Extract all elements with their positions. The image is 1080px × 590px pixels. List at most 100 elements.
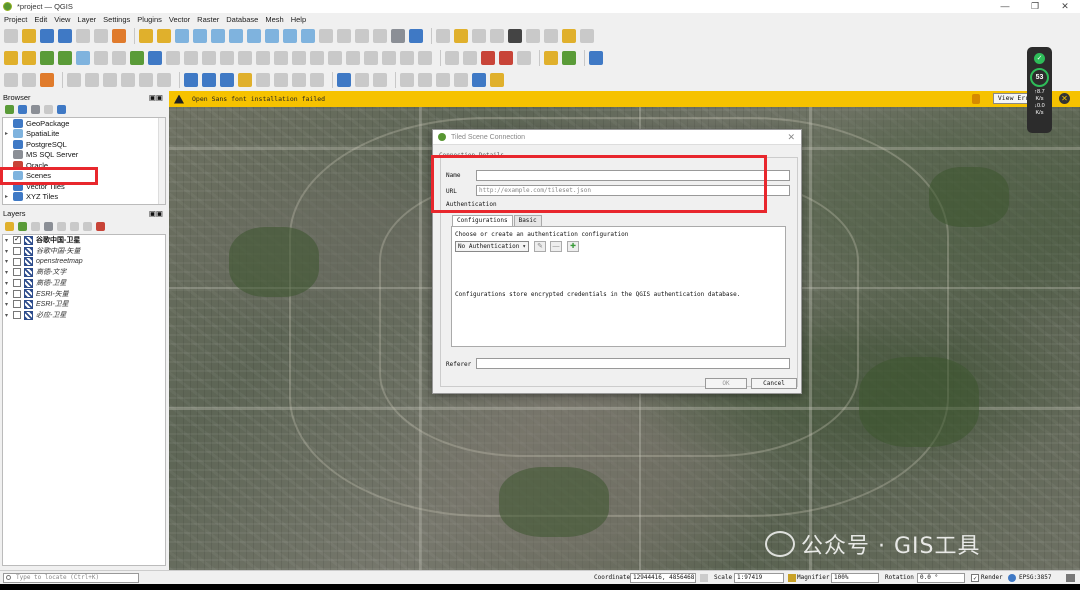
undo-icon[interactable]	[400, 51, 414, 65]
menu-layer[interactable]: Layer	[77, 15, 96, 24]
layer-row[interactable]: ▾ ESRI-矢量	[3, 288, 165, 299]
edit-auth-button[interactable]: ✎	[534, 241, 546, 252]
lock-scale-icon[interactable]	[788, 574, 796, 582]
messages-icon[interactable]	[1066, 574, 1075, 582]
paste-features-icon[interactable]	[382, 51, 396, 65]
cancel-button[interactable]: Cancel	[751, 378, 797, 389]
collapse-all-icon[interactable]	[44, 104, 53, 114]
zoom-to-layer-icon[interactable]	[247, 29, 261, 43]
add-auth-button[interactable]: ✚	[567, 241, 579, 252]
maximize-button[interactable]: ❐	[1020, 0, 1050, 13]
properties-icon[interactable]	[57, 104, 66, 114]
snapping-icon[interactable]	[103, 72, 117, 87]
filter-browser-icon[interactable]	[31, 104, 40, 114]
browser-item[interactable]: ▸ SpatiaLite	[3, 129, 165, 140]
copy-features-icon[interactable]	[364, 51, 378, 65]
layer-visibility-checkbox[interactable]	[13, 279, 21, 288]
minimize-button[interactable]: —	[990, 0, 1020, 13]
text-annotation-icon[interactable]	[310, 72, 324, 87]
georeferencer-icon[interactable]	[40, 72, 54, 87]
merge-attributes-icon[interactable]	[400, 72, 414, 87]
layer-row[interactable]: ▾ ESRI-卫星	[3, 299, 165, 310]
new-map-view-icon[interactable]	[319, 29, 333, 43]
layer-row[interactable]: ▾ 高德-文字	[3, 267, 165, 278]
browser-item[interactable]: MS SQL Server	[3, 150, 165, 161]
refresh-browser-icon[interactable]	[18, 104, 27, 114]
shape-digitize-icon[interactable]	[85, 72, 99, 87]
refresh-icon[interactable]	[409, 29, 423, 43]
browser-item[interactable]: ▸ XYZ Tiles	[3, 192, 165, 203]
scale-field[interactable]: 1:97419	[734, 573, 784, 583]
offset-curve-icon[interactable]	[292, 72, 306, 87]
fill-ring-icon[interactable]	[220, 72, 234, 87]
simplify-feature-icon[interactable]	[157, 72, 171, 87]
close-window-button[interactable]: ✕	[1050, 0, 1080, 13]
layer-visibility-checkbox[interactable]	[13, 247, 21, 256]
menu-raster[interactable]: Raster	[197, 15, 219, 24]
delete-selected-icon[interactable]	[328, 51, 342, 65]
menu-mesh[interactable]: Mesh	[265, 15, 283, 24]
label-toggle-icon[interactable]	[499, 51, 513, 65]
new-3d-view-icon[interactable]	[337, 29, 351, 43]
coordinate-field[interactable]: 12944416, 4856468	[630, 573, 696, 583]
layer-row[interactable]: ▾ openstreetmap	[3, 256, 165, 267]
add-raster-layer-icon[interactable]	[58, 51, 72, 65]
dock-float-close-icon[interactable]: ▣▣	[149, 209, 163, 218]
rotate-point-icon[interactable]	[436, 72, 450, 87]
browser-item[interactable]: GeoPackage	[3, 118, 165, 129]
menu-database[interactable]: Database	[226, 15, 258, 24]
redo-icon[interactable]	[418, 51, 432, 65]
zoom-next-icon[interactable]	[301, 29, 315, 43]
dialog-close-icon[interactable]: ✕	[787, 132, 795, 143]
add-postgis-icon[interactable]	[148, 51, 162, 65]
delete-ring-icon[interactable]	[238, 72, 252, 87]
identify-icon[interactable]	[436, 29, 450, 43]
statistical-summary-icon[interactable]	[508, 29, 522, 43]
add-spatialite-icon[interactable]	[112, 51, 126, 65]
tab-basic[interactable]: Basic	[513, 215, 542, 226]
magnifier-field[interactable]: 100%	[831, 573, 879, 583]
rotate-feature-icon[interactable]	[139, 72, 153, 87]
layer-visibility-checkbox[interactable]	[13, 268, 21, 277]
add-group-icon[interactable]	[18, 221, 27, 231]
layer-visibility-checkbox[interactable]	[13, 300, 21, 309]
add-vector-layer-icon[interactable]	[40, 51, 54, 65]
vertex-editor-icon[interactable]	[454, 72, 468, 87]
add-delimited-text-icon[interactable]	[94, 51, 108, 65]
browser-scrollbar[interactable]	[158, 118, 165, 204]
save-project-icon[interactable]	[40, 29, 54, 43]
referer-input[interactable]	[476, 358, 790, 369]
rotation-field[interactable]: 0.0 °	[917, 573, 965, 583]
collapse-all-icon[interactable]	[83, 221, 92, 231]
add-wcs-icon[interactable]	[220, 51, 234, 65]
menu-vector[interactable]: Vector	[169, 15, 190, 24]
wrench-icon[interactable]	[490, 72, 504, 87]
trace-icon[interactable]	[121, 72, 135, 87]
layer-visibility-checkbox[interactable]	[13, 289, 21, 298]
new-geopackage-icon[interactable]	[22, 51, 36, 65]
select-features-icon[interactable]	[454, 29, 468, 43]
deselect-icon[interactable]	[490, 29, 504, 43]
layer-row[interactable]: ▾ 必应-卫星	[3, 310, 165, 321]
crs-globe-icon[interactable]	[1008, 574, 1016, 582]
split-parts-icon[interactable]	[355, 72, 369, 87]
tab-configurations[interactable]: Configurations	[452, 215, 513, 226]
dock-float-close-icon[interactable]: ▣▣	[149, 93, 163, 102]
ok-button[interactable]: OK	[705, 378, 747, 389]
label-move-icon[interactable]	[517, 51, 531, 65]
filter-legend-icon[interactable]	[44, 221, 53, 231]
plugin-reloader-icon[interactable]	[562, 51, 576, 65]
menu-edit[interactable]: Edit	[34, 15, 47, 24]
measure-line-icon[interactable]	[544, 29, 558, 43]
pan-to-selection-icon[interactable]	[157, 29, 171, 43]
show-bookmarks-icon[interactable]	[373, 29, 387, 43]
settings-gear-icon[interactable]	[580, 29, 594, 43]
add-mesh-layer-icon[interactable]	[76, 51, 90, 65]
style-layer-icon[interactable]	[5, 221, 14, 231]
add-wms-icon[interactable]	[166, 51, 180, 65]
reshape-icon[interactable]	[274, 72, 288, 87]
new-print-layout-icon[interactable]	[76, 29, 90, 43]
split-features-icon[interactable]	[337, 72, 351, 87]
auth-config-select[interactable]: No Authentication ▾	[455, 241, 529, 252]
menu-project[interactable]: Project	[4, 15, 27, 24]
